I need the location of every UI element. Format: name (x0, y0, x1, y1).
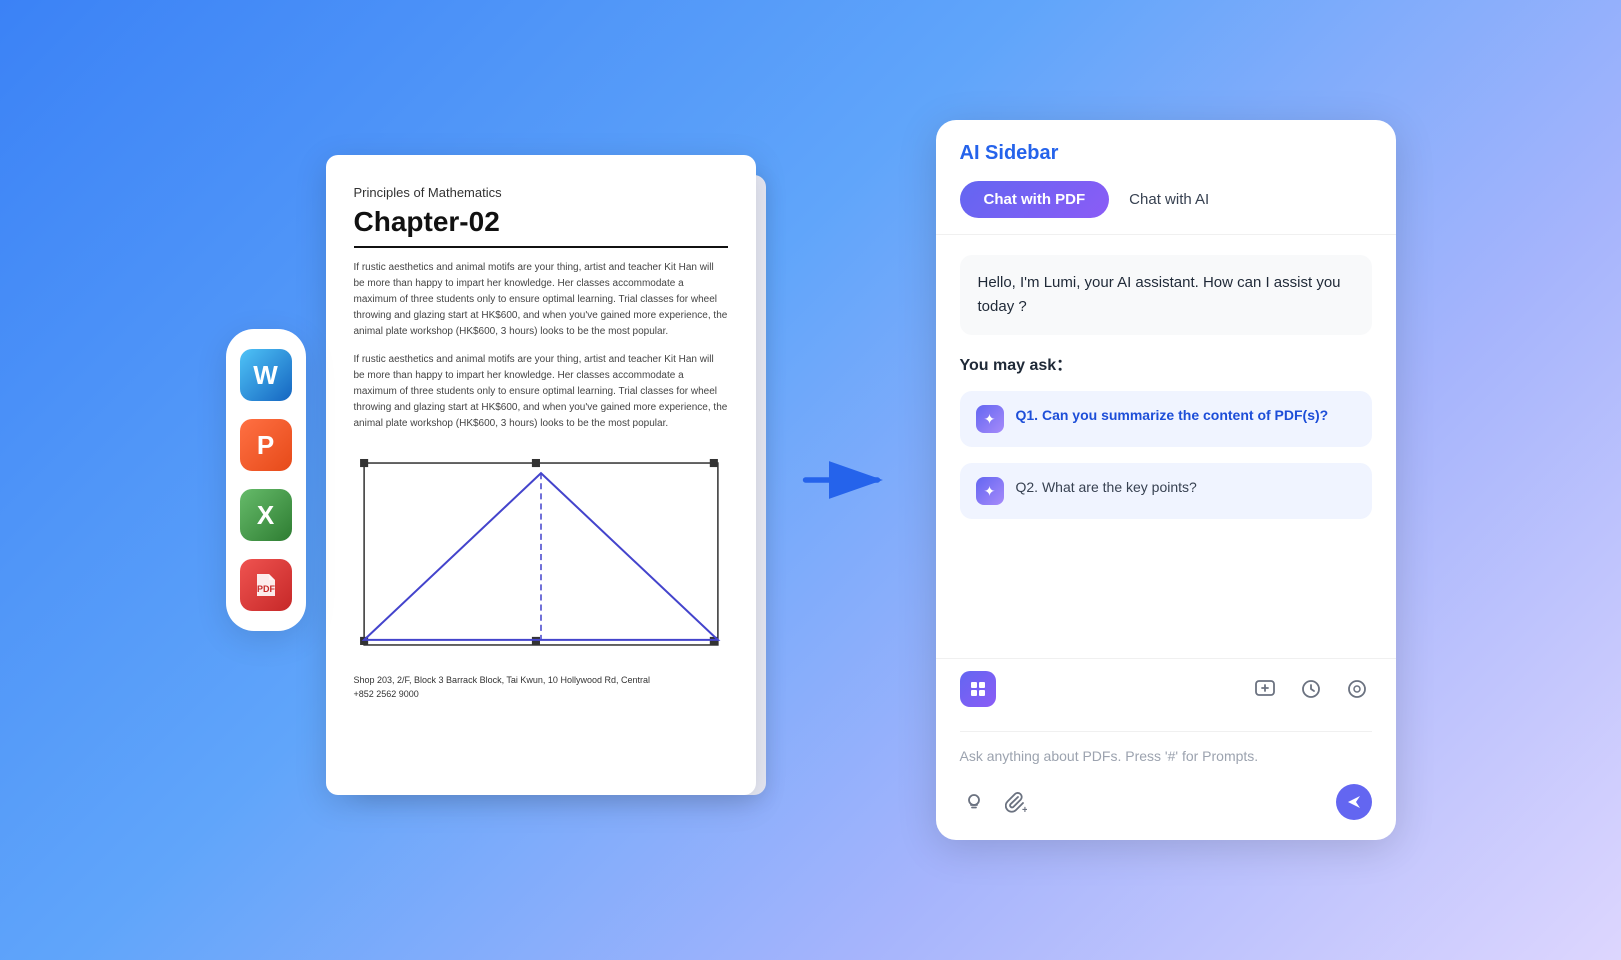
pdf-title: Chapter-02 (354, 206, 728, 248)
pdf-footer: Shop 203, 2/F, Block 3 Barrack Block, Ta… (354, 674, 728, 701)
add-chat-icon[interactable] (1250, 674, 1280, 704)
question-text-2: Q2. What are the key points? (1016, 477, 1197, 498)
question-item-1[interactable]: ✦ Q1. Can you summarize the content of P… (960, 391, 1372, 447)
you-may-ask-label: You may ask： (960, 351, 1372, 375)
ai-sidebar-panel: AI Sidebar Chat with PDF Chat with AI He… (936, 120, 1396, 840)
greeting-bubble: Hello, I'm Lumi, your AI assistant. How … (960, 255, 1372, 335)
pdf-main-doc: Principles of Mathematics Chapter-02 If … (326, 155, 756, 795)
ai-sidebar-header: AI Sidebar Chat with PDF Chat with AI (936, 120, 1396, 235)
tab-row: Chat with PDF Chat with AI (960, 181, 1372, 218)
arrow-container (796, 450, 896, 510)
input-actions-left: + (960, 788, 1030, 816)
ai-sidebar-toolbar (936, 658, 1396, 719)
settings-icon[interactable] (1342, 674, 1372, 704)
input-actions-row: + (960, 784, 1372, 820)
svg-text:PDF: PDF (257, 584, 276, 594)
left-section: W P X PDF Principles of Mathematics Chap… (226, 155, 756, 805)
tab-chat-ai-button[interactable]: Chat with AI (1121, 181, 1217, 218)
tab-chat-pdf-button[interactable]: Chat with PDF (960, 181, 1110, 218)
direction-arrow (801, 450, 891, 510)
history-icon[interactable] (1296, 674, 1326, 704)
main-container: W P X PDF Principles of Mathematics Chap… (0, 0, 1621, 960)
pdf-text-block-2: If rustic aesthetics and animal motifs a… (354, 352, 728, 432)
input-placeholder-text[interactable]: Ask anything about PDFs. Press '#' for P… (960, 731, 1372, 772)
toolbar-right (1250, 674, 1372, 704)
question-icon-2: ✦ (976, 477, 1004, 505)
svg-text:+: + (1022, 805, 1027, 813)
pdf-subtitle: Principles of Mathematics (354, 185, 728, 200)
pdf-document-stack: Principles of Mathematics Chapter-02 If … (326, 155, 756, 805)
question-text-1: Q1. Can you summarize the content of PDF… (1016, 405, 1329, 426)
bulb-icon[interactable] (960, 788, 988, 816)
app-icon-ppt[interactable]: P (240, 419, 292, 471)
ai-sidebar-body: Hello, I'm Lumi, your AI assistant. How … (936, 235, 1396, 658)
app-icon-pdf[interactable]: PDF (240, 559, 292, 611)
app-icon-word[interactable]: W (240, 349, 292, 401)
app-icon-excel[interactable]: X (240, 489, 292, 541)
attach-icon[interactable]: + (1002, 788, 1030, 816)
ai-sidebar-title: AI Sidebar (960, 142, 1372, 165)
toolbar-left (960, 671, 996, 707)
question-item-2[interactable]: ✦ Q2. What are the key points? (960, 463, 1372, 519)
send-button[interactable] (1336, 784, 1372, 820)
ai-sidebar-input-area: Ask anything about PDFs. Press '#' for P… (936, 719, 1396, 840)
question-icon-1: ✦ (976, 405, 1004, 433)
toolbar-app-button[interactable] (960, 671, 996, 707)
app-icons-sidebar: W P X PDF (226, 329, 306, 631)
pdf-text-block-1: If rustic aesthetics and animal motifs a… (354, 260, 728, 340)
pdf-diagram (354, 444, 728, 664)
